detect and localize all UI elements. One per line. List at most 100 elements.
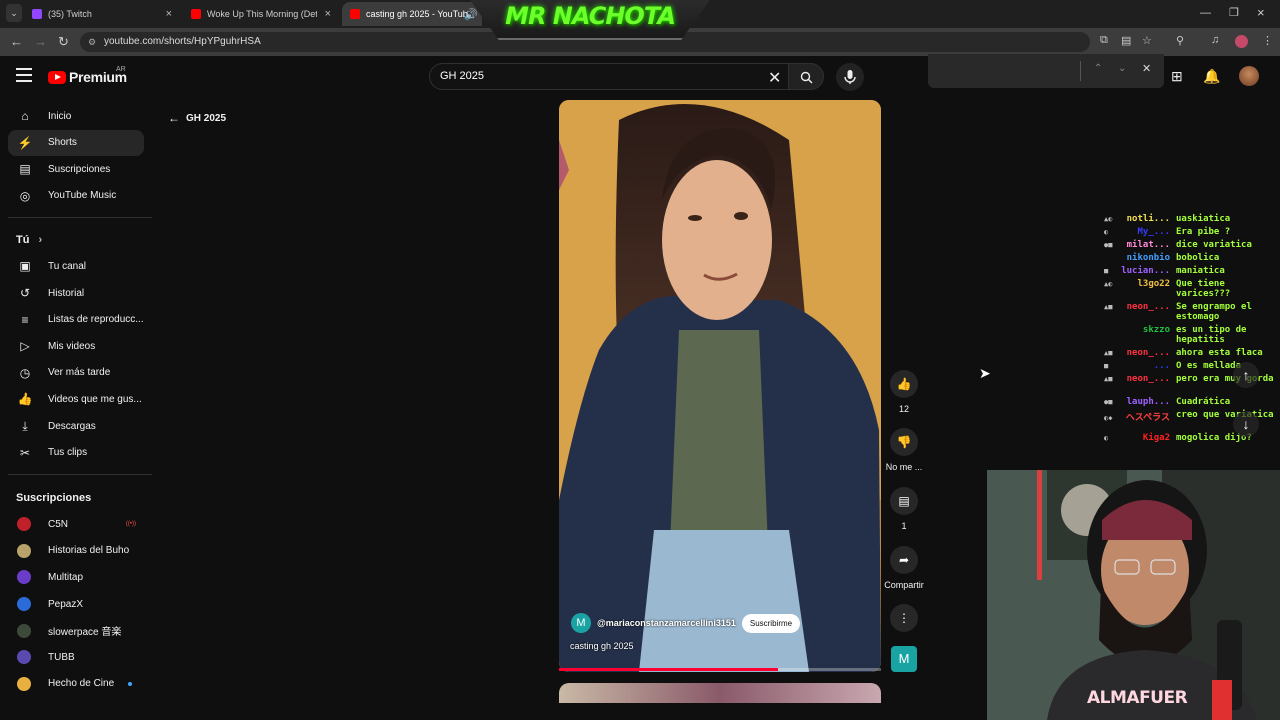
sidebar-item-listas-de-reproducc[interactable]: ≡ Listas de reproducc... [8,307,144,333]
chat-message: ▲◐ l3go22 Que tiene varices??? [1104,279,1274,299]
close-icon[interactable]: ✕ [1142,62,1151,75]
thumbs-down-icon: 👎 [896,435,912,449]
chat-message: ■ lucian... maniatica [1104,266,1274,276]
next-short-preview[interactable] [559,683,881,703]
chat-badge-icon: ■ [1104,362,1109,370]
profile-avatar[interactable] [1235,35,1248,48]
short-video-player[interactable] [559,100,881,672]
chat-username: milat... [1126,240,1170,250]
sidebar-item-videos-que-me-gus[interactable]: 👍 Videos que me gus... [8,386,144,412]
youtube-premium-logo[interactable]: Premium AR [48,66,127,85]
back-arrow-icon: ← [168,111,180,125]
subscription-channel[interactable]: Multitap [8,564,144,590]
sidebar-item-shorts[interactable]: ⚡ Shorts [8,129,144,156]
find-previous-icon[interactable]: ⌃ [1094,63,1102,74]
subscription-channel[interactable]: TUBB [8,644,144,670]
minimize-button[interactable]: — [1200,7,1211,19]
sidebar-item-youtube-music[interactable]: ◎ YouTube Music [8,183,144,209]
extensions-icon[interactable]: ⚲ [1176,34,1184,47]
sidebar-item-suscripciones[interactable]: ▤ Suscripciones [8,156,144,182]
dislike-button[interactable]: 👎 [890,428,918,456]
more-options-button[interactable]: ⋮ [890,604,918,632]
clear-search-icon[interactable]: ✕ [768,68,781,88]
watch-later-icon: ◷ [19,365,31,380]
search-input[interactable]: GH 2025 ✕ [429,63,789,90]
reading-icon[interactable]: ▤ [1121,34,1131,47]
voice-search-button[interactable] [836,63,864,91]
sidebar-item-inicio[interactable]: ⌂ Inicio [8,103,144,129]
channel-handle[interactable]: @mariaconstanzamarcellini3151 [597,618,736,628]
install-icon[interactable]: ⧉ [1100,34,1108,47]
chat-username: lucian... [1121,266,1170,276]
share-button[interactable]: ➦ [890,546,918,574]
video-title[interactable]: casting gh 2025 [570,641,634,651]
sidebar-you-heading[interactable]: Tú › [16,234,42,246]
hamburger-menu-icon[interactable] [16,68,32,82]
subscription-channel[interactable]: C5N ((•)) [8,511,144,537]
tab-twitch[interactable]: (35) Twitch × [24,2,180,26]
media-control-icon[interactable]: ♫ [1211,34,1219,46]
sidebar-item-tu-canal[interactable]: ▣ Tu canal [8,253,144,279]
channel-avatar [17,517,31,532]
twitch-icon [32,9,42,19]
tab-search-button[interactable]: ⌄ [6,4,22,22]
chat-text: pero era muy gorda [1176,374,1274,384]
subscription-channel[interactable]: slowerpace 音楽 [8,618,144,644]
chevron-right-icon: › [35,234,43,247]
chat-text: ahora esta flaca [1176,348,1263,358]
like-count: 12 [898,404,909,414]
sidebar-item-tus-clips[interactable]: ✂ Tus clips [8,440,144,466]
webcam-scene [987,470,1280,720]
close-icon[interactable]: × [325,8,331,20]
close-icon[interactable]: × [166,8,172,20]
sidebar-item-ver-m-s-tarde[interactable]: ◷ Ver más tarde [8,360,144,386]
scroll-up-arrow-icon[interactable]: ↑ [1233,362,1259,388]
subscription-label: C5N [48,518,69,530]
like-button[interactable]: 👍 [890,370,918,398]
subscription-channel[interactable]: PepazX [8,591,144,617]
back-arrow-icon[interactable]: ← [10,34,23,49]
menu-dots-icon[interactable]: ⋮ [1262,34,1273,47]
channel-logo-button[interactable]: M [891,646,917,672]
video-progress-bar[interactable] [559,668,881,671]
tab-music[interactable]: Woke Up This Morning (Detroit × [183,2,339,26]
dislike-label: No me ... [885,462,923,472]
reload-icon[interactable]: ↻ [58,34,69,50]
find-next-icon[interactable]: ⌄ [1118,63,1126,74]
comments-button[interactable]: ▤ [890,487,918,515]
create-icon[interactable]: ⊞ [1171,68,1183,85]
chat-badge-icon: ▲◐ [1104,280,1113,288]
search-button[interactable] [788,63,824,90]
chat-username: neon_... [1126,302,1170,312]
bookmark-star-icon[interactable]: ☆ [1142,34,1152,47]
restore-button[interactable]: ❐ [1229,6,1239,19]
forward-arrow-icon[interactable]: → [34,34,47,49]
youtube-play-icon [48,70,66,84]
sidebar-item-mis-videos[interactable]: ▷ Mis videos [8,333,144,359]
chat-badge-icon: ▲■ [1104,375,1113,383]
window-close-button[interactable]: × [1257,5,1265,20]
audio-icon[interactable]: 🔊 [464,8,478,21]
back-to-search[interactable]: ← GH 2025 [168,111,226,125]
chat-badge-icon: ◐ [1104,434,1109,442]
subscription-channel[interactable]: Historias del Buho [8,538,144,564]
mouse-cursor-icon: ➤ [979,365,991,381]
subscription-channel[interactable]: Hecho de Cine [8,671,144,697]
tab-youtube-active[interactable]: casting gh 2025 - YouTube 🔊 [342,2,482,26]
channel-avatar [17,597,31,611]
stream-banner: MR NACHOTA [470,0,710,40]
subscribe-button[interactable]: Suscribirme [741,613,801,633]
url-text: youtube.com/shorts/HpYPguhrHSA [104,36,261,47]
notifications-bell-icon[interactable]: 🔔 [1203,68,1220,85]
site-info-icon[interactable]: ⚙ [88,32,96,52]
channel-avatar[interactable]: M [571,613,591,633]
chat-badge-icon: ●■ [1104,398,1113,406]
chat-message: ●■ lauph... Cuadrática [1104,397,1274,407]
scroll-down-arrow-icon[interactable]: ↓ [1233,411,1259,437]
sidebar-item-historial[interactable]: ↺ Historial [8,280,144,306]
chat-text: O es mellada [1176,361,1242,371]
account-avatar[interactable] [1239,66,1259,86]
sidebar-item-descargas[interactable]: ⤓ Descargas [8,413,144,439]
subscription-label: Hecho de Cine [48,678,115,690]
chat-text: uaskiatica [1176,214,1231,224]
